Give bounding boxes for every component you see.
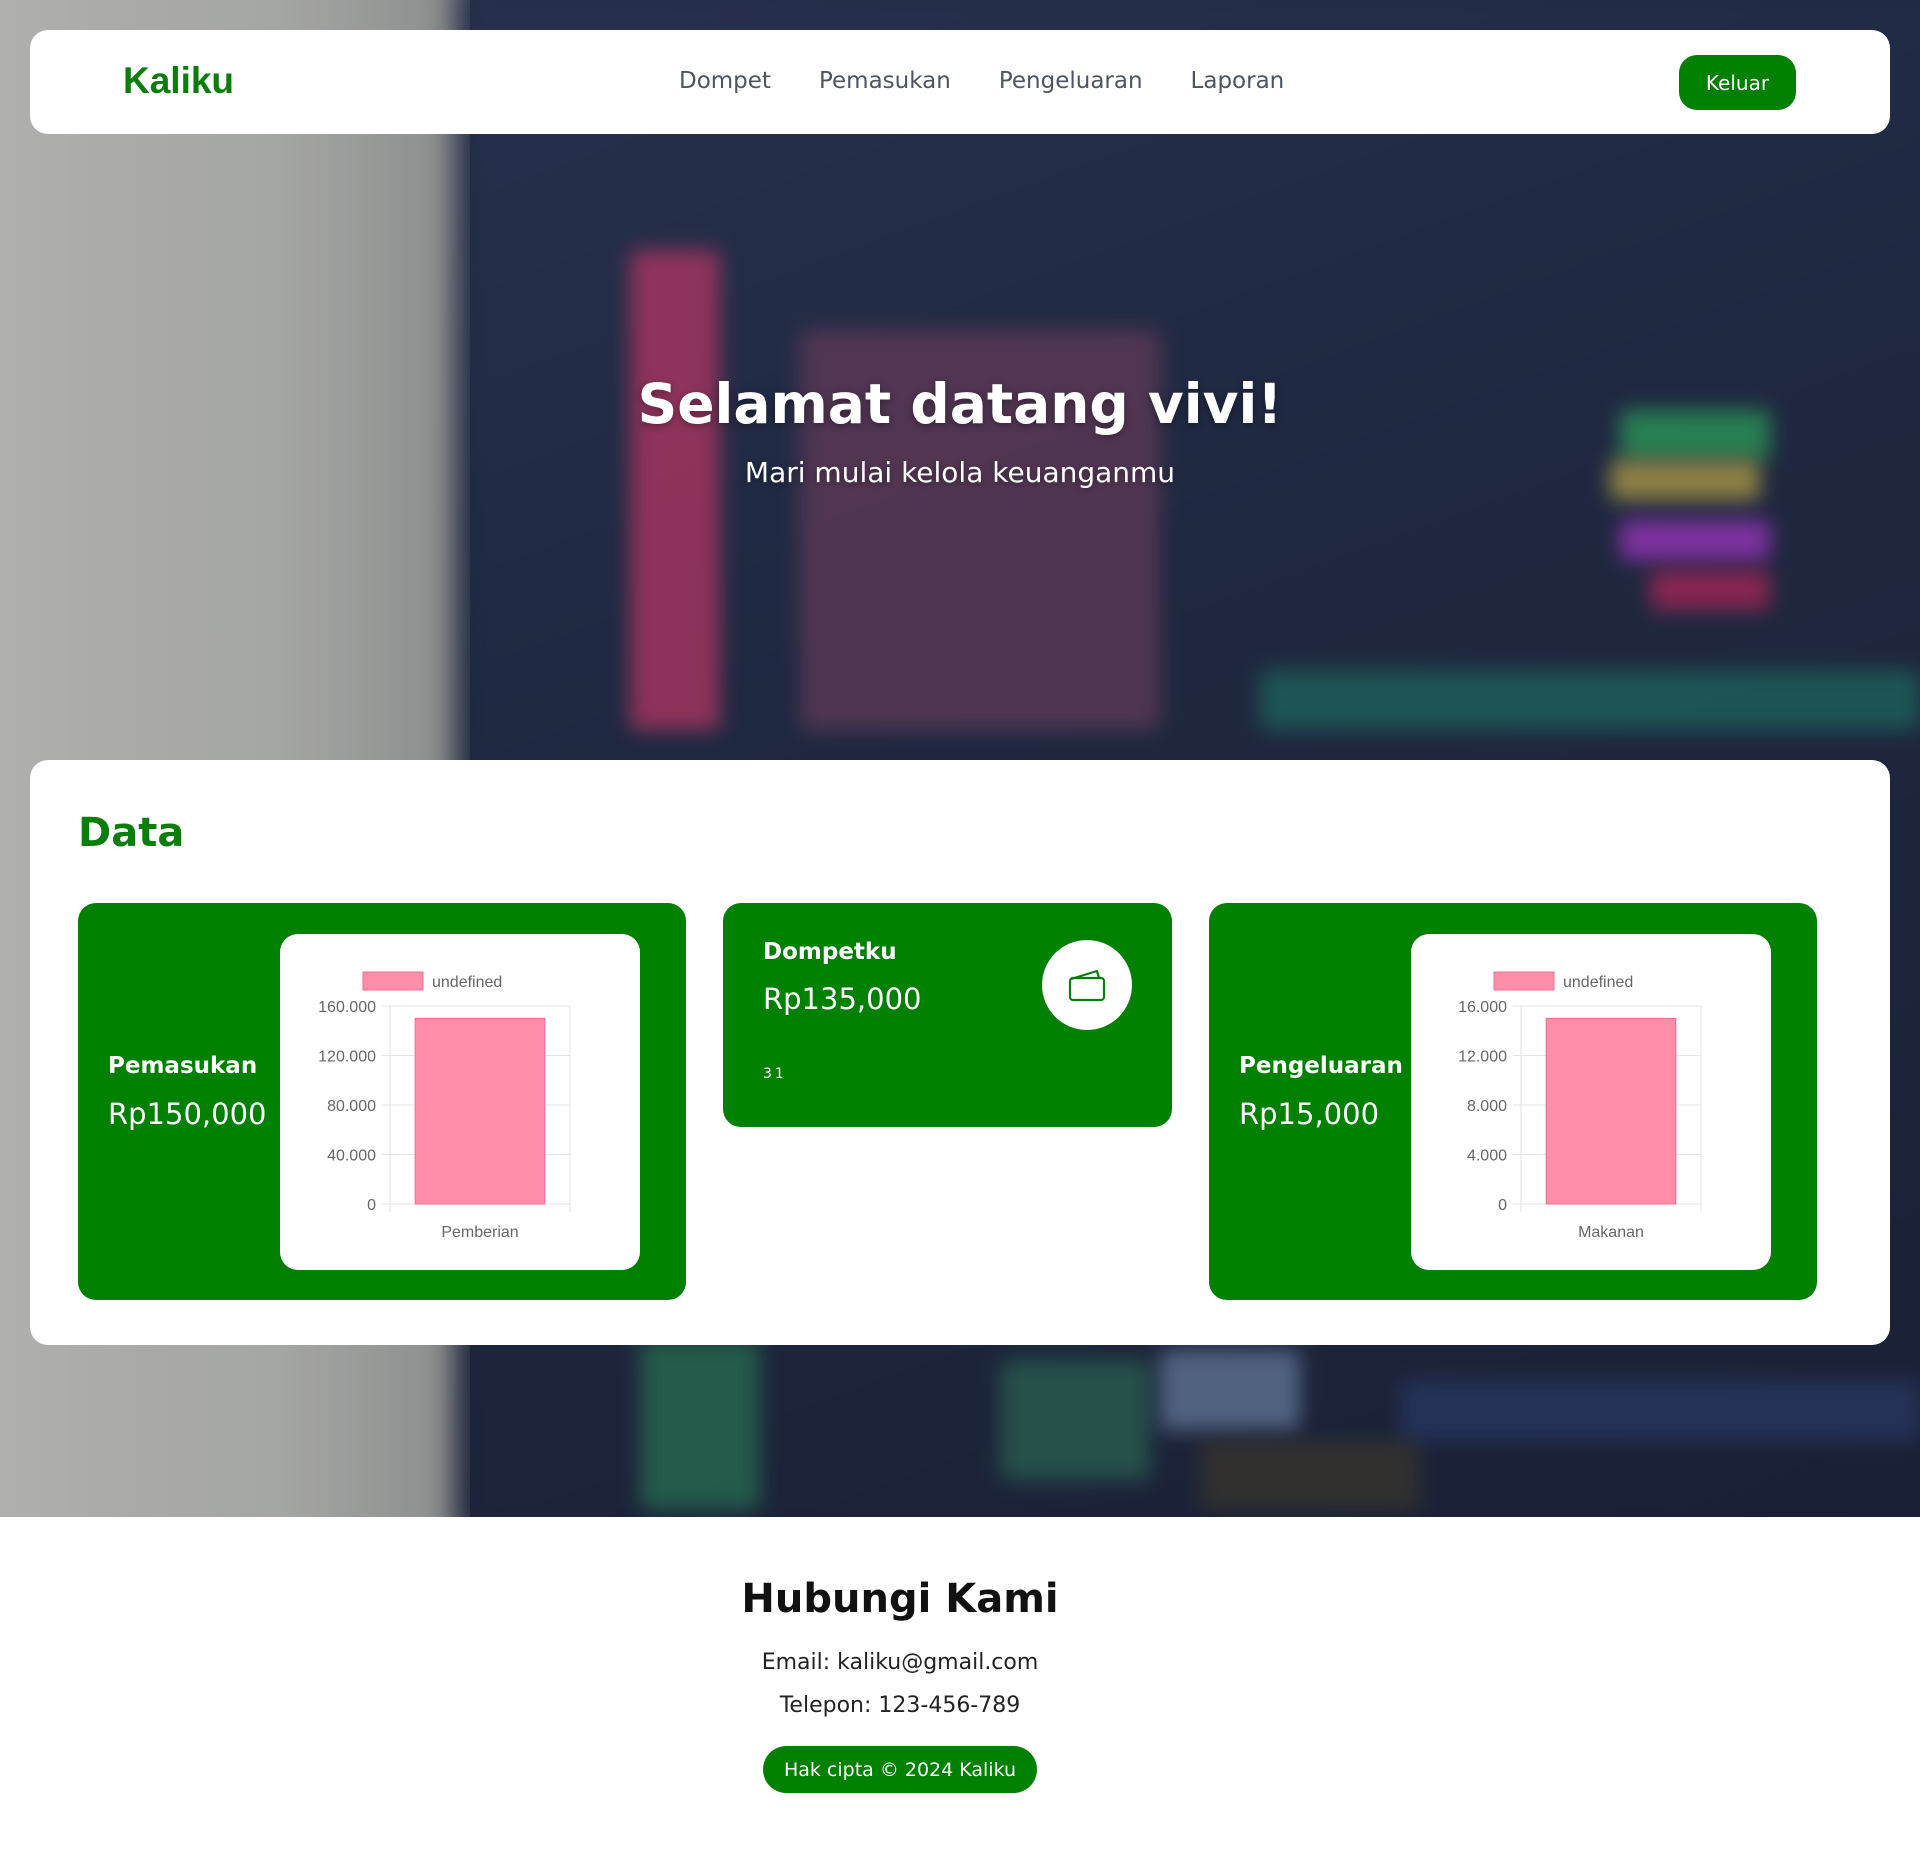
y-tick-label: 16.000 — [1458, 999, 1507, 1016]
footer-phone: Telepon: 123-456-789 — [779, 1693, 1021, 1718]
y-tick-label: 12.000 — [1458, 1049, 1507, 1066]
income-card[interactable]: Pemasukan Rp150,000 undefined 0 40.000 80.0… — [78, 903, 686, 1300]
income-chart-svg: undefined 0 40.000 80.000 120.000 160.000 Pemb… — [318, 971, 571, 1241]
hero-title: Selamat datang vivi! — [637, 372, 1283, 436]
wallet-card[interactable]: Dompetku Rp135,000 31 — [723, 903, 1172, 1127]
wallet-amount: Rp135,000 — [763, 982, 922, 1016]
legend-label: undefined — [432, 974, 502, 991]
wallet-small-text: 31 — [763, 1066, 787, 1082]
income-title: Pemasukan — [108, 1053, 258, 1079]
wallet-title: Dompetku — [763, 939, 897, 965]
legend-swatch — [362, 971, 424, 991]
y-tick-label: 0 — [1498, 1197, 1507, 1214]
footer-email: Email: kaliku@gmail.com — [761, 1650, 1039, 1675]
brand-logo[interactable]: Kaliku — [123, 60, 234, 102]
nav-links: Dompet Pemasukan Pengeluaran Laporan — [679, 68, 1284, 94]
expense-title: Pengeluaran — [1239, 1053, 1403, 1079]
expense-amount: Rp15,000 — [1239, 1097, 1380, 1131]
copyright-badge: Hak cipta © 2024 Kaliku — [763, 1746, 1037, 1793]
navbar: Kaliku Dompet Pemasukan Pengeluaran Lapo… — [30, 30, 1890, 134]
y-tick-label: 160.000 — [318, 999, 376, 1016]
x-tick-label: Makanan — [1578, 1224, 1644, 1241]
nav-link-laporan[interactable]: Laporan — [1191, 68, 1285, 94]
x-tick-label: Pemberian — [441, 1224, 518, 1241]
nav-link-dompet[interactable]: Dompet — [679, 68, 771, 94]
nav-link-pengeluaran[interactable]: Pengeluaran — [999, 68, 1143, 94]
expense-chart-svg: undefined 0 4.000 8.000 12.000 16.000 Makanan — [1458, 971, 1702, 1241]
income-chart: undefined 0 40.000 80.000 120.000 160.000 Pemb… — [280, 934, 640, 1270]
expense-chart: undefined 0 4.000 8.000 12.000 16.000 Makanan — [1411, 934, 1771, 1270]
y-tick-label: 80.000 — [327, 1098, 376, 1115]
wallet-icon-circle — [1042, 940, 1132, 1030]
bar — [1545, 1017, 1677, 1205]
bar — [414, 1017, 546, 1205]
nav-link-pemasukan[interactable]: Pemasukan — [819, 68, 951, 94]
y-tick-label: 40.000 — [327, 1148, 376, 1165]
wallet-icon — [1068, 969, 1106, 1002]
logout-button[interactable]: Keluar — [1679, 55, 1796, 110]
hero-subtitle: Mari mulai kelola keuanganmu — [744, 456, 1176, 489]
data-panel: Data Pemasukan Rp150,000 undefined 0 40.00… — [30, 760, 1890, 1345]
data-heading: Data — [78, 810, 185, 856]
legend-swatch — [1493, 971, 1555, 991]
y-tick-label: 0 — [367, 1197, 376, 1214]
income-amount: Rp150,000 — [108, 1097, 267, 1131]
y-tick-label: 8.000 — [1467, 1098, 1507, 1115]
legend-label: undefined — [1563, 974, 1633, 991]
y-tick-label: 120.000 — [318, 1049, 376, 1066]
y-tick-label: 4.000 — [1467, 1148, 1507, 1165]
footer-title: Hubungi Kami — [741, 1576, 1059, 1622]
expense-card[interactable]: Pengeluaran Rp15,000 undefined 0 4.000 8.00… — [1209, 903, 1817, 1300]
